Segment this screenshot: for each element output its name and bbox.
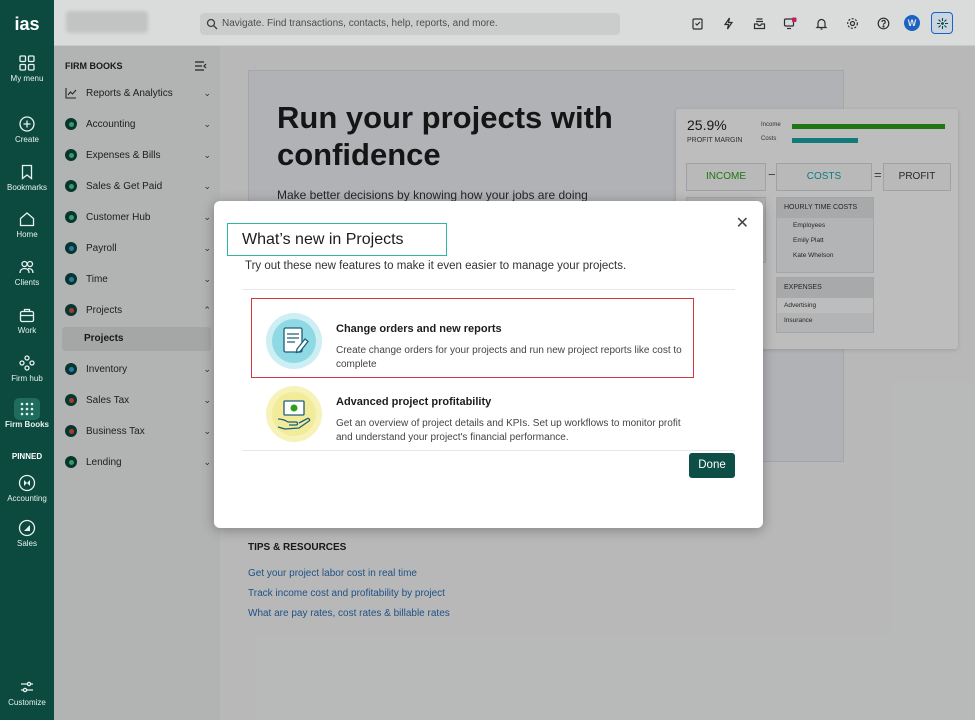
rail-create[interactable]: Create <box>0 113 54 144</box>
rail-label: Customize <box>8 698 46 707</box>
grid-icon <box>19 55 35 71</box>
modal-title: What’s new in Projects <box>227 223 447 256</box>
sales-icon <box>18 519 36 537</box>
rail-work[interactable]: Work <box>0 304 54 335</box>
home-icon <box>19 212 35 227</box>
rail-bookmarks[interactable]: Bookmarks <box>0 161 54 192</box>
feature-desc: Create change orders for your projects a… <box>336 345 682 370</box>
rail-label: Firm hub <box>11 374 43 383</box>
feature-title: Advanced project profitability <box>336 396 492 408</box>
app-logo[interactable]: ias <box>0 14 54 35</box>
rail-label: Bookmarks <box>6 183 47 192</box>
rail-my-menu[interactable]: My menu <box>0 52 54 83</box>
feature-desc: Get an overview of project details and K… <box>336 418 681 443</box>
rail-home[interactable]: Home <box>0 208 54 239</box>
sliders-icon <box>21 681 33 693</box>
rail-label: Clients <box>14 278 40 287</box>
briefcase-icon <box>19 308 35 323</box>
rail-accounting[interactable]: Accounting <box>0 472 54 503</box>
clients-icon <box>19 260 34 274</box>
feature-title: Change orders and new reports <box>336 323 502 335</box>
rail-sales[interactable]: Sales <box>0 517 54 548</box>
accounting-icon <box>18 474 36 492</box>
rail-label: Sales <box>16 539 37 548</box>
close-icon[interactable]: ✕ <box>736 213 749 233</box>
rail-label: Home <box>16 230 38 239</box>
modal-subtitle: Try out these new features to make it ev… <box>245 260 627 272</box>
rail-label: Create <box>14 135 39 144</box>
bookmark-icon <box>21 164 33 180</box>
rail-firm-hub[interactable]: Firm hub <box>0 352 54 383</box>
rail-clients[interactable]: Clients <box>0 256 54 287</box>
divider <box>242 289 735 290</box>
rail-label: My menu <box>10 74 44 83</box>
rail-label: Accounting <box>7 494 47 503</box>
rail-customize[interactable]: Customize <box>0 676 54 707</box>
done-button[interactable]: Done <box>689 453 735 478</box>
topbar-shade <box>54 0 975 46</box>
divider <box>242 450 735 451</box>
hub-icon <box>19 355 35 371</box>
plus-circle-icon <box>19 116 35 132</box>
rail-firm-books[interactable]: Firm Books <box>0 398 54 429</box>
pinned-label: PINNED <box>11 452 43 461</box>
dots-grid-icon <box>20 402 34 416</box>
whats-new-modal: What’s new in Projects ✕ Try out these n… <box>214 201 763 528</box>
left-rail: ias My menu Create Bookmarks Home Client… <box>0 0 54 720</box>
document-edit-icon <box>266 313 322 369</box>
rail-label: Firm Books <box>4 420 49 429</box>
rail-label: Work <box>17 326 37 335</box>
money-hand-icon <box>266 386 322 442</box>
